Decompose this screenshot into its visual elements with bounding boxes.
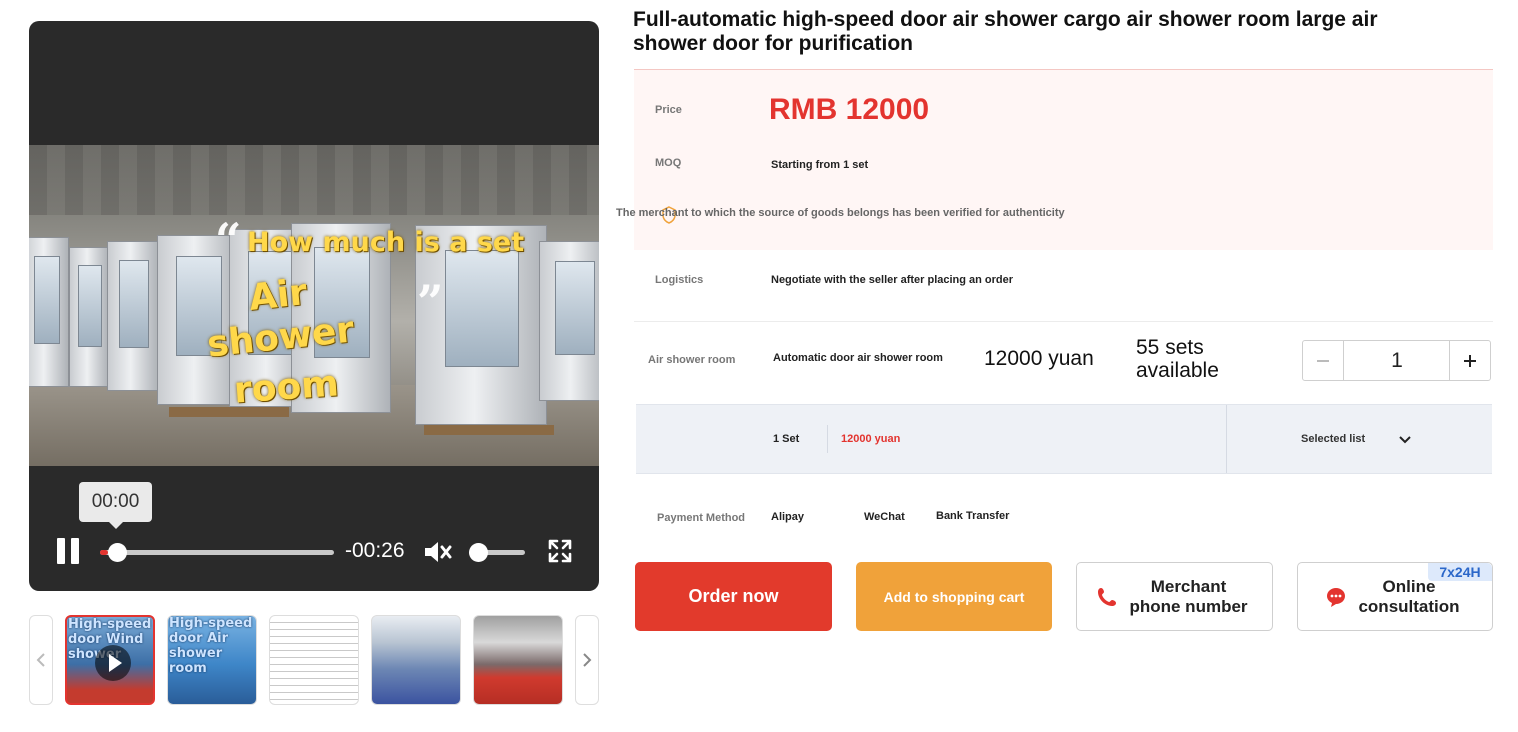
quantity-stepper xyxy=(1302,340,1491,381)
thumbnail-4[interactable] xyxy=(371,615,461,705)
decrease-quantity-button[interactable] xyxy=(1303,341,1344,380)
payment-option-alipay: Alipay xyxy=(771,511,805,523)
minus-icon xyxy=(1317,359,1329,362)
plus-icon xyxy=(1464,354,1476,367)
add-to-cart-button[interactable]: Add to shopping cart xyxy=(856,562,1052,631)
product-detail-page: “ ” How much is a set Air shower room 00… xyxy=(0,0,1518,732)
chevron-right-icon xyxy=(583,653,592,667)
sku-price: 12000 yuan xyxy=(984,347,1094,370)
thumbnail-3[interactable] xyxy=(269,615,359,705)
chevron-left-icon xyxy=(36,653,45,667)
order-now-button[interactable]: Order now xyxy=(635,562,832,631)
online-consultation-button[interactable]: 7x24H Online consultation xyxy=(1297,562,1493,631)
increase-quantity-button[interactable] xyxy=(1449,341,1490,380)
thumbnail-2[interactable]: High-speed door Air shower room xyxy=(167,615,257,705)
quote-close-mark: ” xyxy=(417,275,444,329)
divider xyxy=(634,321,1493,322)
selected-items-strip: 1 Set 12000 yuan Selected list xyxy=(636,404,1492,474)
merchant-phone-label: Merchant phone number xyxy=(1129,576,1248,616)
payment-option-bank-transfer: Bank Transfer xyxy=(936,510,1010,522)
seek-time-tooltip: 00:00 xyxy=(79,482,152,529)
fullscreen-button[interactable] xyxy=(547,538,573,564)
volume-handle[interactable] xyxy=(469,543,488,562)
video-caption-line-1: How much is a set xyxy=(247,227,525,258)
quote-open-mark: “ xyxy=(215,213,242,267)
sku-stock: 55 sets available xyxy=(1136,336,1219,382)
progress-handle[interactable] xyxy=(108,543,127,562)
selected-list-toggle[interactable]: Selected list xyxy=(1301,433,1365,445)
selected-price: 12000 yuan xyxy=(841,433,901,445)
price-panel xyxy=(634,69,1493,250)
video-progress-bar[interactable] xyxy=(100,543,334,562)
video-player[interactable]: “ ” How much is a set Air shower room 00… xyxy=(29,21,599,591)
thumbnail-caption: High-speed door Air shower room xyxy=(169,616,253,676)
payment-option-wechat: WeChat xyxy=(864,511,905,523)
thumbnail-1[interactable]: High-speed door Wind shower xyxy=(65,615,155,705)
chevron-down-icon[interactable] xyxy=(1398,433,1412,447)
thumbnail-prev-button[interactable] xyxy=(29,615,53,705)
order-now-label: Order now xyxy=(688,586,779,606)
thumbnail-5[interactable] xyxy=(473,615,563,705)
quantity-input[interactable] xyxy=(1344,341,1450,380)
product-title: Full-automatic high-speed door air showe… xyxy=(633,8,1378,55)
thumbnail-next-button[interactable] xyxy=(575,615,599,705)
availability-badge: 7x24H xyxy=(1428,563,1492,581)
sku-name: Automatic door air shower room xyxy=(773,352,943,364)
video-caption-line-2: Air xyxy=(247,272,309,319)
play-icon xyxy=(95,645,131,681)
payment-method-label: Payment Method xyxy=(657,512,746,524)
progress-fill xyxy=(100,550,108,555)
fullscreen-icon xyxy=(548,539,572,563)
add-to-cart-label: Add to shopping cart xyxy=(883,588,1025,605)
mute-button[interactable] xyxy=(423,539,453,565)
phone-icon xyxy=(1097,587,1116,606)
merchant-phone-button[interactable]: Merchant phone number xyxy=(1076,562,1273,631)
time-remaining: -00:26 xyxy=(345,539,405,562)
price-label: Price xyxy=(655,104,682,116)
volume-muted-icon xyxy=(425,542,452,562)
price-value: RMB 12000 xyxy=(769,93,930,126)
online-consultation-label: Online consultation xyxy=(1358,576,1460,616)
chat-bubble-icon xyxy=(1327,587,1345,607)
sku-label: Air shower room xyxy=(648,354,736,366)
volume-slider[interactable] xyxy=(469,543,525,562)
video-frame: “ ” How much is a set Air shower room xyxy=(29,145,599,466)
moq-value: Starting from 1 set xyxy=(771,159,869,171)
logistics-value: Negotiate with the seller after placing … xyxy=(771,274,1014,286)
moq-label: MOQ xyxy=(655,157,682,169)
pause-button[interactable] xyxy=(57,538,81,564)
logistics-label: Logistics xyxy=(655,274,704,286)
pause-icon xyxy=(57,538,65,564)
verified-merchant-text: The merchant to which the source of good… xyxy=(616,207,1065,219)
selected-quantity: 1 Set xyxy=(773,433,800,445)
video-caption-line-4: room xyxy=(232,363,341,412)
